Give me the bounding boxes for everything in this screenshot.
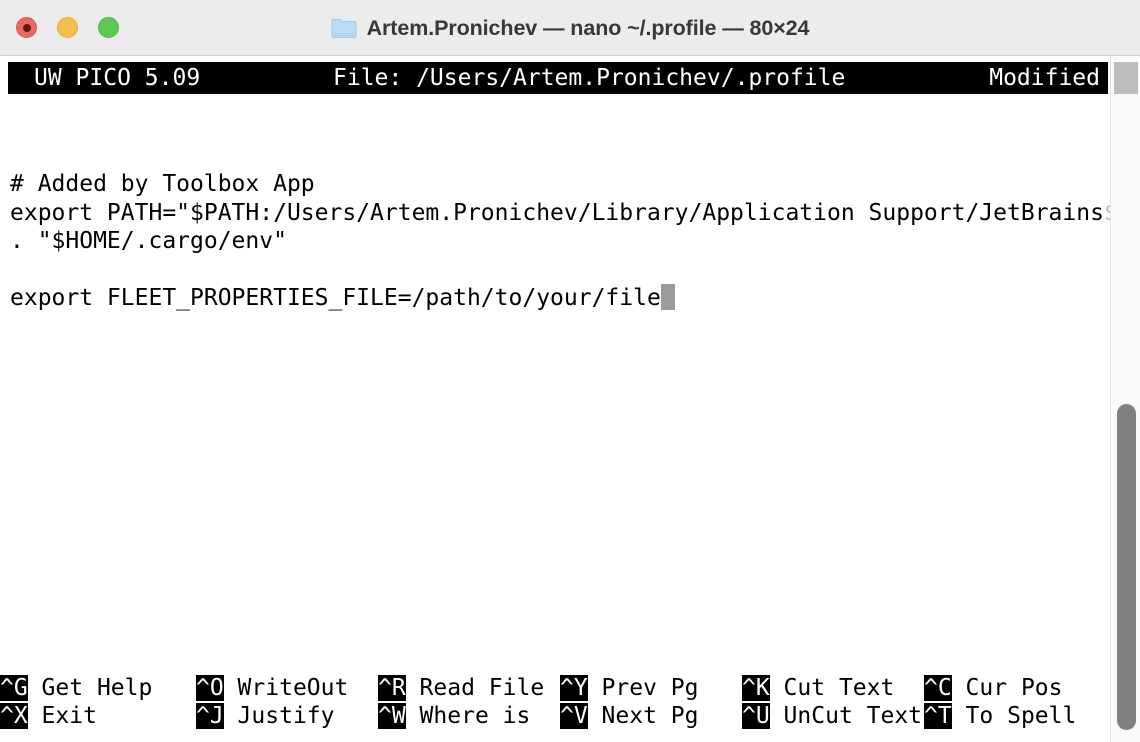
shortcut-label: Cur Pos: [951, 674, 1063, 701]
shortcut-item[interactable]: ^X Exit: [0, 702, 97, 731]
shortcut-key: ^X: [0, 703, 28, 730]
shortcut-row-2: ^X Exit ^J Justify ^W Where is ^V Next Pg ^U…: [0, 702, 1120, 731]
shortcut-key: ^K: [742, 674, 770, 701]
shortcut-key: ^V: [560, 703, 588, 730]
editor-line-text: export FLEET_PROPERTIES_FILE=/path/to/yo…: [10, 285, 661, 312]
shortcut-row-1: ^G Get Help ^O WriteOut ^R Read File ^Y Pre…: [0, 674, 1120, 703]
shortcut-key: ^G: [0, 674, 28, 701]
shortcut-item[interactable]: ^R Read File: [378, 674, 544, 703]
shortcut-item[interactable]: ^U UnCut Text: [742, 702, 922, 731]
editor-line: . "$HOME/.cargo/env": [10, 228, 287, 255]
nano-filename-label: File: /Users/Artem.Pronichev/.profile: [333, 65, 846, 91]
folder-icon: [331, 17, 357, 39]
nano-version-label: UW PICO 5.09: [34, 65, 201, 91]
shortcut-key: ^O: [196, 674, 224, 701]
editor-line: export FLEET_PROPERTIES_FILE=/path/to/yo…: [10, 284, 1130, 313]
shortcut-item[interactable]: ^V Next Pg: [560, 702, 698, 731]
editor-line: # Added by Toolbox App: [10, 171, 315, 197]
editor-text-area[interactable]: # Added by Toolbox App export PATH="$PAT…: [10, 170, 1130, 313]
shortcut-item[interactable]: ^G Get Help: [0, 674, 152, 703]
nano-modified-badge: Modified: [989, 65, 1100, 91]
shortcut-label: UnCut Text: [769, 703, 923, 730]
window-titlebar: Artem.Pronichev — nano ~/.profile — 80×2…: [0, 0, 1140, 56]
editor-line-text: export PATH="$PATH:/Users/Artem.Proniche…: [10, 199, 1104, 226]
shortcut-item[interactable]: ^C Cur Pos: [924, 674, 1062, 703]
vertical-scrollbar[interactable]: [1110, 56, 1140, 742]
shortcut-item[interactable]: ^K Cut Text: [742, 674, 894, 703]
shortcut-label: Prev Pg: [587, 674, 699, 701]
editor-line: export PATH="$PATH:/Users/Artem.Proniche…: [10, 199, 1130, 228]
scrollbar-top-block: [1114, 62, 1138, 94]
close-button[interactable]: [16, 17, 37, 38]
shortcut-item[interactable]: ^Y Prev Pg: [560, 674, 698, 703]
shortcut-key: ^Y: [560, 674, 588, 701]
shortcut-key: ^R: [378, 674, 406, 701]
scrollbar-thumb[interactable]: [1117, 404, 1136, 730]
shortcut-key: ^U: [742, 703, 770, 730]
shortcut-key: ^C: [924, 674, 952, 701]
shortcut-label: Justify: [223, 703, 335, 730]
shortcut-label: Where is: [405, 703, 531, 730]
shortcut-item[interactable]: ^O WriteOut: [196, 674, 348, 703]
text-cursor: [660, 284, 675, 311]
terminal-content[interactable]: UW PICO 5.09 File: /Users/Artem.Proniche…: [0, 56, 1140, 742]
window-title: Artem.Pronichev — nano ~/.profile — 80×2…: [366, 15, 810, 40]
maximize-button[interactable]: [98, 17, 119, 38]
traffic-light-group: [16, 17, 119, 38]
shortcut-label: WriteOut: [223, 674, 349, 701]
shortcut-item[interactable]: ^T To Spell: [924, 702, 1076, 731]
shortcut-label: Read File: [405, 674, 545, 701]
nano-shortcut-bar: ^G Get Help ^O WriteOut ^R Read File ^Y Pre…: [0, 674, 1120, 731]
shortcut-item[interactable]: ^J Justify: [196, 702, 334, 731]
terminal-window: Artem.Pronichev — nano ~/.profile — 80×2…: [0, 0, 1140, 742]
shortcut-key: ^W: [378, 703, 406, 730]
shortcut-label: Exit: [27, 703, 97, 730]
window-title-group: Artem.Pronichev — nano ~/.profile — 80×2…: [0, 0, 1140, 56]
minimize-button[interactable]: [57, 17, 78, 38]
shortcut-label: Cut Text: [769, 674, 895, 701]
shortcut-label: To Spell: [951, 703, 1077, 730]
shortcut-key: ^T: [924, 703, 952, 730]
shortcut-label: Next Pg: [587, 703, 699, 730]
shortcut-key: ^J: [196, 703, 224, 730]
shortcut-label: Get Help: [27, 674, 153, 701]
shortcut-item[interactable]: ^W Where is: [378, 702, 530, 731]
nano-status-bar: UW PICO 5.09 File: /Users/Artem.Proniche…: [8, 62, 1108, 94]
